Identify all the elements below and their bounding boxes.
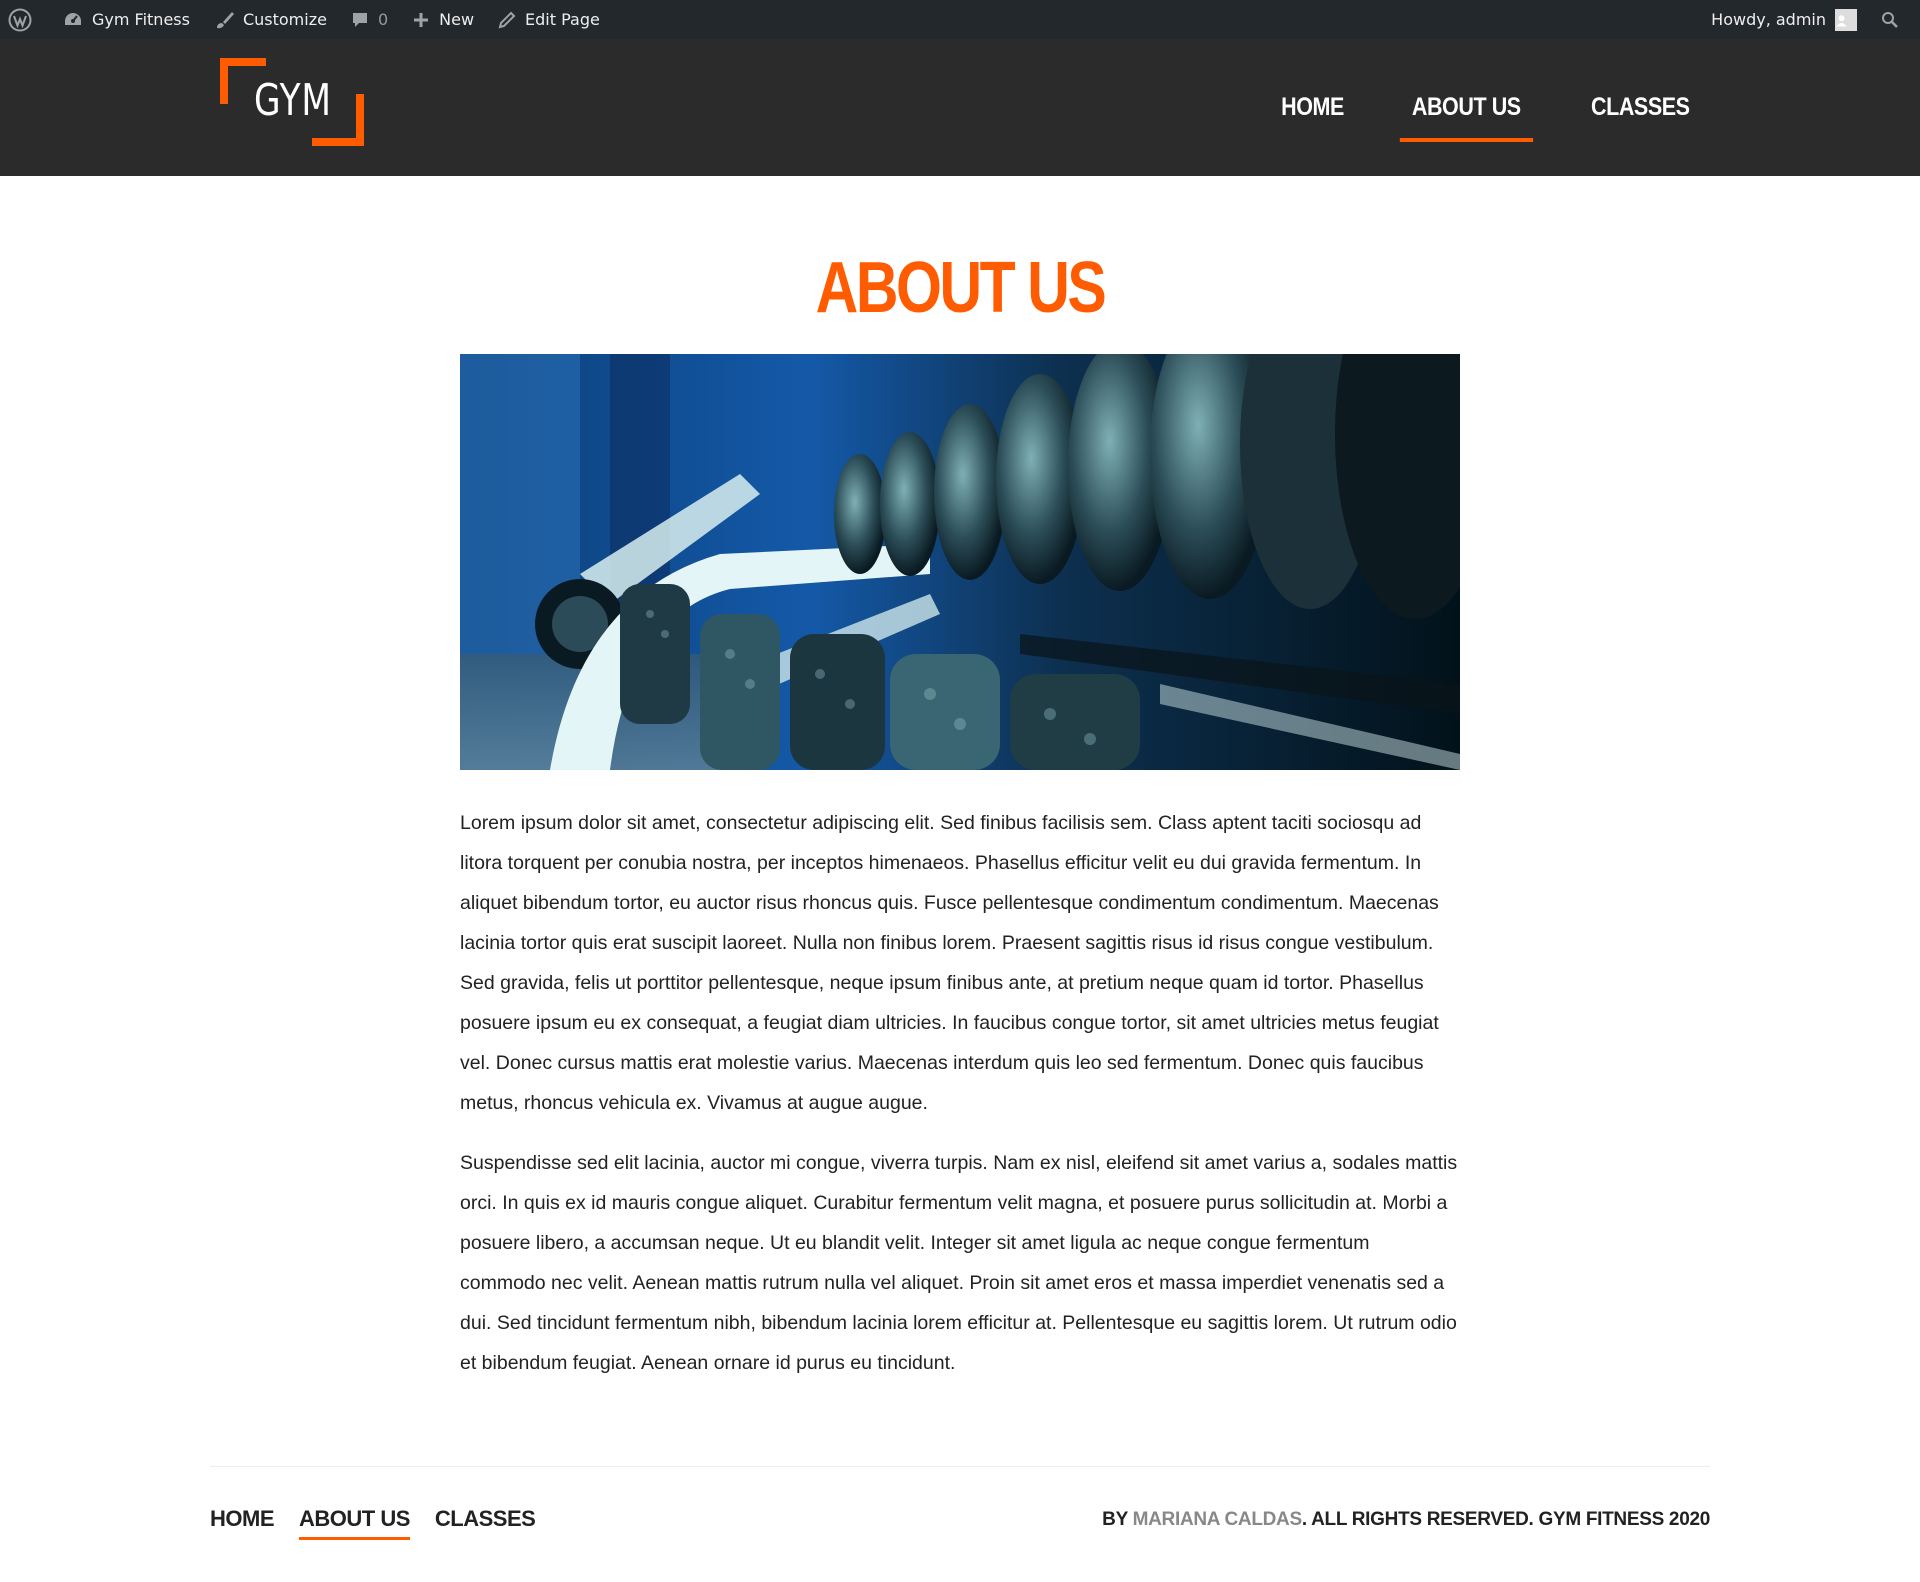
page-title-text: ABOUT US bbox=[815, 248, 1107, 328]
brush-icon bbox=[216, 11, 234, 28]
page-content: Lorem ipsum dolor sit amet, consectetur … bbox=[460, 803, 1460, 1403]
dashboard-icon bbox=[65, 12, 81, 25]
author-name: MARIANA CALDAS bbox=[1132, 1509, 1303, 1530]
footer-navigation: HOME ABOUT US CLASSES bbox=[210, 1506, 560, 1540]
new-content-link[interactable]: New bbox=[400, 0, 486, 39]
search-button[interactable] bbox=[1869, 0, 1920, 39]
howdy-label: Howdy, admin bbox=[1711, 10, 1826, 29]
footer-divider bbox=[210, 1466, 1710, 1467]
copyright-prefix: BY bbox=[1102, 1509, 1133, 1530]
edit-page-label: Edit Page bbox=[525, 10, 600, 29]
site-logo[interactable]: GYM bbox=[220, 58, 364, 146]
footer-nav-about-us[interactable]: ABOUT US bbox=[299, 1506, 410, 1540]
copyright-suffix: . ALL RIGHTS RESERVED. GYM FITNESS 2020 bbox=[1301, 1509, 1710, 1530]
search-icon bbox=[1882, 11, 1898, 28]
comments-count: 0 bbox=[377, 10, 389, 29]
customize-link[interactable]: Customize bbox=[202, 0, 339, 39]
nav-home[interactable]: HOME bbox=[1279, 93, 1345, 122]
content-paragraph: Suspendisse sed elit lacinia, auctor mi … bbox=[460, 1152, 1458, 1374]
site-name: Gym Fitness bbox=[92, 10, 190, 29]
page-title: ABOUT US bbox=[0, 248, 1920, 328]
edit-page-link[interactable]: Edit Page bbox=[486, 0, 612, 39]
main-navigation: HOME ABOUT US CLASSES bbox=[1224, 39, 1700, 176]
nav-classes[interactable]: CLASSES bbox=[1590, 93, 1692, 122]
my-account-link[interactable]: Howdy, admin bbox=[1699, 0, 1869, 39]
comment-icon bbox=[352, 12, 367, 27]
logo-text: GYM bbox=[254, 75, 332, 126]
hero-image-gym-dumbbells bbox=[460, 354, 1460, 770]
copyright-text: BY MARIANA CALDAS. ALL RIGHTS RESERVED. … bbox=[1102, 1509, 1710, 1531]
site-name-link[interactable]: Gym Fitness bbox=[51, 0, 202, 39]
admin-bar: Gym Fitness Customize 0 New Edit Page Ho… bbox=[0, 0, 1920, 39]
content-paragraph: Lorem ipsum dolor sit amet, consectetur … bbox=[460, 812, 1439, 1114]
customize-label: Customize bbox=[242, 10, 327, 29]
nav-about-us[interactable]: ABOUT US bbox=[1399, 93, 1533, 142]
footer-nav-classes[interactable]: CLASSES bbox=[435, 1506, 536, 1532]
wordpress-icon bbox=[8, 8, 32, 31]
footer-nav-home[interactable]: HOME bbox=[210, 1506, 275, 1532]
user-avatar-icon bbox=[1835, 8, 1857, 31]
new-label: New bbox=[439, 10, 475, 29]
plus-icon bbox=[414, 12, 429, 27]
site-header: GYM HOME ABOUT US CLASSES bbox=[0, 39, 1920, 176]
comments-link[interactable]: 0 bbox=[339, 0, 400, 39]
pencil-icon bbox=[498, 11, 516, 28]
wordpress-menu[interactable] bbox=[0, 0, 51, 39]
